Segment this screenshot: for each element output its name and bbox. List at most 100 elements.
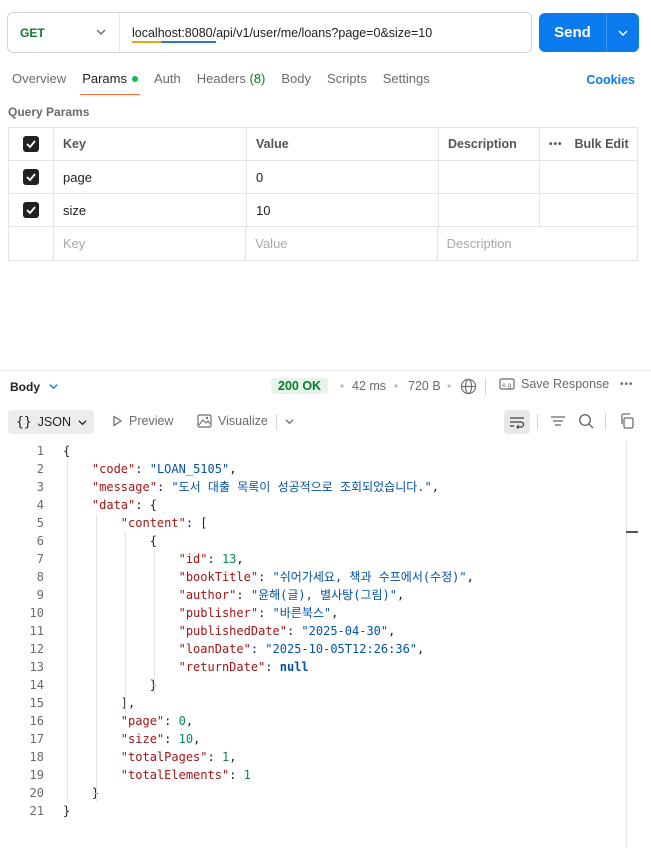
code-text: "content": [ bbox=[120, 516, 208, 530]
filter-icon[interactable] bbox=[550, 413, 566, 429]
code-line: 20 } bbox=[0, 784, 626, 802]
code-text: "page": 0, bbox=[120, 714, 194, 728]
preview-label: Preview bbox=[129, 414, 174, 428]
visualize-button[interactable]: Visualize bbox=[197, 414, 268, 428]
line-number: 14 bbox=[29, 678, 44, 692]
param-key[interactable]: page bbox=[54, 161, 247, 193]
code-text: } bbox=[63, 786, 100, 800]
preview-button[interactable]: Preview bbox=[111, 414, 173, 428]
row-checkbox[interactable] bbox=[23, 202, 39, 218]
globe-icon[interactable] bbox=[460, 378, 477, 395]
tab-settings[interactable]: Settings bbox=[383, 70, 430, 94]
more-icon[interactable]: ••• bbox=[620, 379, 634, 390]
tab-headers[interactable]: Headers (8) bbox=[197, 70, 266, 94]
column-value: Value bbox=[247, 128, 439, 160]
table-row: page 0 bbox=[9, 161, 637, 194]
line-number: 20 bbox=[29, 786, 44, 800]
url-input[interactable]: localhost:8080/api/v1/user/me/loans?page… bbox=[120, 26, 432, 43]
code-text: "message": "도서 대출 목록이 성공적으로 조회되었습니다.", bbox=[91, 480, 439, 494]
code-text: "author": "윤해(글), 별사탕(그림)", bbox=[178, 588, 405, 602]
save-response-icon: e.g bbox=[499, 378, 515, 390]
search-icon[interactable] bbox=[578, 413, 594, 429]
send-label: Send bbox=[554, 24, 591, 41]
param-key[interactable]: size bbox=[54, 194, 247, 226]
code-line: 7 "id": 13, bbox=[0, 550, 626, 568]
param-extra bbox=[540, 194, 637, 226]
line-number: 21 bbox=[29, 804, 44, 818]
method-label: GET bbox=[20, 25, 45, 40]
chevron-down-icon[interactable] bbox=[284, 416, 295, 427]
response-time[interactable]: 42 ms bbox=[352, 379, 386, 393]
tab-body[interactable]: Body bbox=[281, 70, 311, 94]
response-body-selector[interactable]: Body bbox=[10, 380, 59, 394]
line-number: 16 bbox=[29, 714, 44, 728]
tab-params-label: Params bbox=[82, 71, 127, 86]
table-header-row: Key Value Description ••• Bulk Edit bbox=[9, 128, 637, 161]
code-line: 6 { bbox=[0, 532, 626, 550]
new-description-input[interactable]: Description bbox=[438, 227, 637, 260]
code-line: 18 "totalPages": 1, bbox=[0, 748, 626, 766]
send-options-button[interactable] bbox=[607, 27, 639, 39]
select-all-checkbox[interactable] bbox=[23, 136, 39, 152]
code-scrollbar[interactable] bbox=[626, 442, 627, 848]
scrollbar-thumb[interactable] bbox=[626, 531, 638, 533]
param-description[interactable] bbox=[439, 161, 540, 193]
code-line: 2 "code": "LOAN_5105", bbox=[0, 460, 626, 478]
code-line: 8 "bookTitle": "쉬어가세요, 책과 수프에서(수정)", bbox=[0, 568, 626, 586]
param-value[interactable]: 0 bbox=[247, 161, 439, 193]
separator-dot: • bbox=[447, 379, 452, 393]
divider bbox=[605, 414, 606, 430]
check-icon bbox=[26, 206, 36, 215]
line-number: 6 bbox=[36, 534, 44, 548]
tab-scripts[interactable]: Scripts bbox=[327, 70, 367, 94]
send-button[interactable]: Send bbox=[539, 13, 639, 52]
bulk-edit-button[interactable]: ••• Bulk Edit bbox=[540, 128, 637, 160]
tab-auth[interactable]: Auth bbox=[154, 70, 181, 94]
code-line: 10 "publisher": "바른북스", bbox=[0, 604, 626, 622]
separator-dot: • bbox=[340, 379, 345, 393]
copy-icon[interactable] bbox=[619, 413, 635, 429]
table-row-new: Key Value Description bbox=[9, 227, 637, 260]
code-line: 17 "size": 10, bbox=[0, 730, 626, 748]
param-value[interactable]: 10 bbox=[247, 194, 439, 226]
code-text: "data": { bbox=[91, 498, 157, 512]
code-line: 9 "author": "윤해(글), 별사탕(그림)", bbox=[0, 586, 626, 604]
format-select[interactable]: {} JSON bbox=[8, 410, 94, 434]
indent-guide bbox=[67, 460, 68, 802]
status-badge[interactable]: 200 OK bbox=[271, 378, 329, 394]
code-text: "totalElements": 1 bbox=[120, 768, 251, 782]
method-select[interactable]: GET bbox=[8, 13, 120, 52]
row-checkbox[interactable] bbox=[23, 169, 39, 185]
code-text: "size": 10, bbox=[120, 732, 201, 746]
tab-overview[interactable]: Overview bbox=[12, 70, 66, 94]
new-value-input[interactable]: Value bbox=[246, 227, 438, 260]
param-extra bbox=[540, 161, 637, 193]
query-params-table: Key Value Description ••• Bulk Edit page… bbox=[8, 127, 638, 261]
save-response-button[interactable]: e.g Save Response bbox=[499, 377, 609, 391]
code-text: "code": "LOAN_5105", bbox=[91, 462, 237, 476]
chevron-down-icon bbox=[78, 419, 87, 425]
response-body-label: Body bbox=[10, 379, 40, 394]
cookies-link[interactable]: Cookies bbox=[586, 73, 635, 87]
response-size[interactable]: 720 B bbox=[408, 379, 441, 393]
line-number: 3 bbox=[36, 480, 44, 494]
query-params-title: Query Params bbox=[8, 105, 90, 119]
code-line: 12 "loanDate": "2025-10-05T12:26:36", bbox=[0, 640, 626, 658]
response-code-viewer[interactable]: 1{2 "code": "LOAN_5105", 3 "message": "도서… bbox=[0, 442, 626, 820]
wrap-lines-button[interactable] bbox=[504, 410, 530, 434]
new-key-input[interactable]: Key bbox=[54, 227, 247, 260]
check-icon bbox=[26, 173, 36, 182]
line-number: 10 bbox=[29, 606, 44, 620]
line-number: 2 bbox=[36, 462, 44, 476]
column-key: Key bbox=[54, 128, 247, 160]
line-number: 11 bbox=[29, 624, 44, 638]
param-description[interactable] bbox=[439, 194, 540, 226]
request-tabs: Overview Params Auth Headers (8) Body Sc… bbox=[12, 70, 446, 95]
tab-params[interactable]: Params bbox=[80, 70, 140, 95]
select-all-cell bbox=[9, 128, 54, 160]
code-line: 14 } bbox=[0, 676, 626, 694]
row-checkbox-cell bbox=[9, 161, 54, 193]
url-variable-underline bbox=[132, 40, 216, 43]
braces-icon: {} bbox=[16, 414, 32, 430]
code-text: "publisher": "바른북스", bbox=[178, 606, 339, 620]
